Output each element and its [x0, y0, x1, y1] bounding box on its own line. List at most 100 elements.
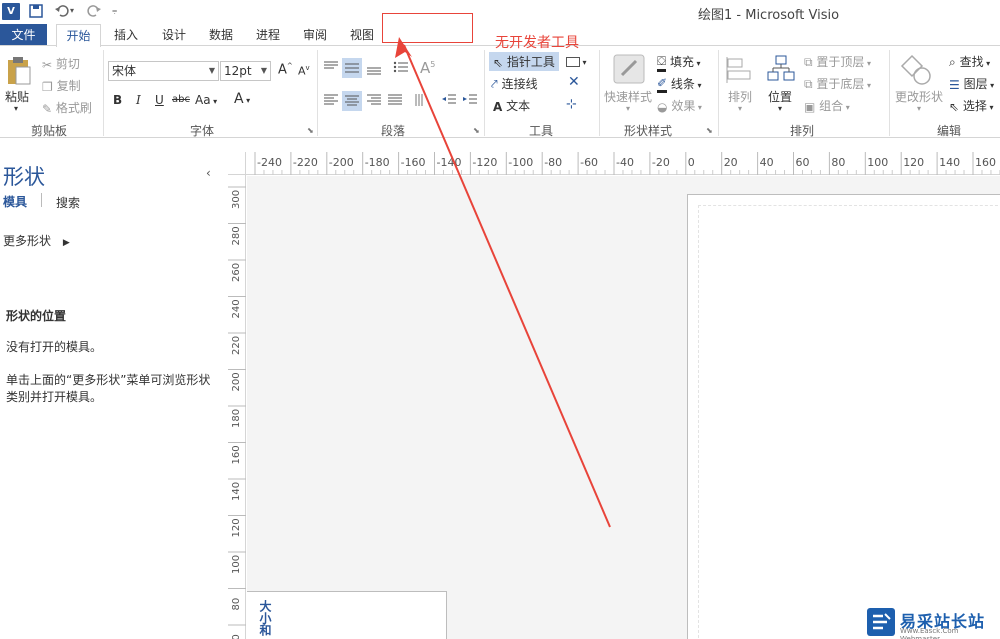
ruler-corner: [228, 152, 246, 175]
save-icon[interactable]: [28, 3, 44, 19]
chevron-down-icon[interactable]: ▾: [917, 104, 921, 113]
font-color-button[interactable]: A ▾: [234, 91, 250, 107]
copy-button[interactable]: ❐ 复制: [42, 77, 81, 94]
chevron-down-icon[interactable]: ▾: [778, 104, 782, 113]
tab-insert[interactable]: 插入: [107, 24, 145, 46]
font-size-select[interactable]: 12pt ▼: [220, 61, 271, 81]
tab-home[interactable]: 开始: [56, 24, 101, 47]
select-button[interactable]: ⇖ 选择 ▾: [949, 97, 993, 114]
tab-review[interactable]: 审阅: [296, 24, 334, 46]
undo-icon[interactable]: [54, 3, 70, 19]
tab-view[interactable]: 视图: [343, 24, 381, 46]
decrease-indent-icon[interactable]: [441, 93, 457, 107]
align-middle-icon[interactable]: [342, 58, 362, 78]
dialog-launcher-icon[interactable]: ⬊: [473, 126, 480, 135]
format-painter-label: 格式刷: [55, 101, 92, 115]
layers-button[interactable]: ☰ 图层 ▾: [949, 75, 994, 92]
tab-stencils[interactable]: 模具: [3, 193, 27, 210]
paste-dropdown-icon[interactable]: ▾: [14, 104, 18, 113]
italic-button[interactable]: I: [136, 93, 141, 107]
drawing-page[interactable]: [687, 194, 1000, 639]
paste-button[interactable]: 粘贴: [5, 88, 29, 105]
align-shapes-icon[interactable]: [725, 56, 755, 84]
tab-process[interactable]: 进程: [249, 24, 287, 46]
change-shape-icon[interactable]: [900, 54, 934, 86]
chevron-down-icon: ▾: [864, 81, 871, 90]
tab-design[interactable]: 设计: [155, 24, 193, 46]
rectangle-tool-button[interactable]: ▾: [566, 54, 587, 68]
drawing-canvas[interactable]: 大小和: [247, 176, 1000, 639]
ruler-tick-label: 140: [231, 482, 242, 501]
connection-point-icon[interactable]: ✕: [568, 74, 580, 90]
connector-button[interactable]: ⤤ 连接线: [491, 75, 538, 92]
ruler-tick-label: -180: [365, 156, 390, 169]
chevron-down-icon: ▾: [243, 96, 251, 105]
effects-button[interactable]: ◒ 效果 ▾: [657, 97, 702, 114]
group-button[interactable]: ▣ 组合 ▾: [804, 97, 850, 114]
more-shapes-menu[interactable]: 更多形状 ▶: [3, 232, 70, 249]
text-tool-button[interactable]: A 文本: [493, 97, 530, 114]
tab-data[interactable]: 数据: [202, 24, 240, 46]
annotation-highlight-box: [382, 13, 473, 43]
cut-button[interactable]: ✂ 剪切: [42, 55, 80, 72]
quick-styles-button[interactable]: 快速样式: [604, 88, 652, 105]
ruler-tick-label: -20: [652, 156, 670, 169]
chevron-down-icon[interactable]: ▾: [738, 104, 742, 113]
bring-to-front-button[interactable]: ⧉ 置于顶层 ▾: [804, 53, 871, 70]
find-label: 查找: [959, 55, 984, 69]
increase-indent-icon[interactable]: [462, 93, 478, 107]
font-name-select[interactable]: 宋体 ▼: [108, 61, 219, 81]
collapse-panel-icon[interactable]: ‹: [206, 166, 211, 180]
dialog-launcher-icon[interactable]: ⬊: [706, 126, 713, 135]
select-label: 选择: [962, 99, 987, 113]
quick-styles-icon[interactable]: [612, 53, 646, 85]
align-top-icon[interactable]: [323, 60, 339, 74]
tab-search[interactable]: 搜索: [56, 194, 80, 211]
paste-icon[interactable]: [6, 54, 32, 86]
pointer-tool-button[interactable]: ⇖ 指针工具: [489, 52, 559, 71]
align-button[interactable]: 排列: [728, 88, 752, 105]
size-position-panel[interactable]: 大小和: [247, 591, 447, 639]
position-icon[interactable]: [766, 54, 796, 84]
format-painter-button[interactable]: ✎ 格式刷: [42, 99, 92, 116]
dialog-launcher-icon[interactable]: ⬊: [307, 126, 314, 135]
ruler-tick-label: 160: [231, 445, 242, 464]
ruler-tick-label: 280: [231, 226, 242, 245]
grow-font-icon[interactable]: A^: [278, 62, 293, 77]
text-tool-label: 文本: [506, 99, 531, 113]
send-to-back-button[interactable]: ⧉ 置于底层 ▾: [804, 75, 871, 92]
tab-file[interactable]: 文件: [0, 24, 47, 46]
text-size-icon[interactable]: A5: [420, 59, 435, 77]
align-center-icon[interactable]: [342, 91, 362, 111]
customize-icon[interactable]: ⩦: [112, 2, 117, 20]
bold-button[interactable]: B: [113, 93, 122, 107]
change-shape-button[interactable]: 更改形状: [895, 88, 943, 105]
shrink-font-icon[interactable]: Av: [298, 64, 310, 78]
find-button[interactable]: ⌕ 查找 ▾: [949, 53, 990, 70]
align-left-icon[interactable]: [323, 93, 339, 107]
ruler-tick-label: 100: [231, 555, 242, 574]
ruler-tick-label: 100: [867, 156, 888, 169]
ruler-tick-label: -120: [472, 156, 497, 169]
ruler-tick-label: 40: [760, 156, 774, 169]
cursor-icon: ⇖: [949, 99, 960, 114]
position-button[interactable]: 位置: [768, 88, 792, 105]
justify-icon[interactable]: [387, 93, 403, 107]
change-case-button[interactable]: Aa ▾: [195, 93, 217, 107]
ruler-tick-label: -40: [616, 156, 634, 169]
strikethrough-button[interactable]: abc: [172, 94, 190, 105]
align-bottom-icon[interactable]: [366, 62, 382, 76]
undo-dropdown-icon[interactable]: ▾: [70, 2, 74, 20]
fill-button[interactable]: ⛋ 填充 ▾: [657, 53, 701, 72]
ruler-tick-label: 80: [831, 156, 845, 169]
chevron-down-icon: ▾: [693, 59, 701, 68]
redo-icon[interactable]: [86, 3, 102, 19]
chevron-down-icon[interactable]: ▾: [626, 104, 630, 113]
bullets-icon[interactable]: [393, 60, 409, 74]
send-to-back-label: 置于底层: [816, 77, 865, 91]
line-button[interactable]: ✐ 线条 ▾: [657, 75, 701, 93]
crop-icon[interactable]: ⊹: [566, 97, 577, 112]
underline-button[interactable]: U: [155, 93, 164, 107]
text-direction-icon[interactable]: [413, 93, 429, 107]
align-right-icon[interactable]: [366, 93, 382, 107]
